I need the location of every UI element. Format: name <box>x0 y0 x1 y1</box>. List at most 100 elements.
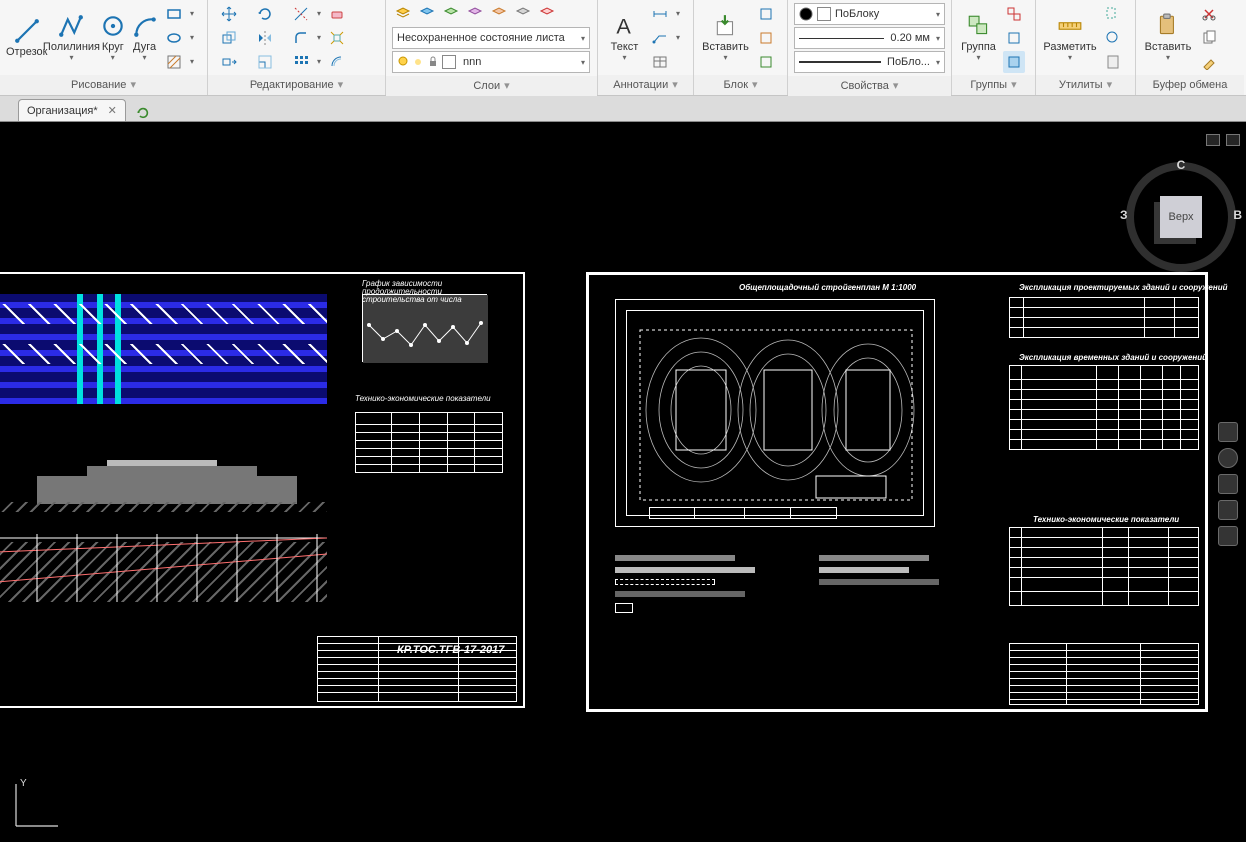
expl-table-2 <box>1009 365 1199 450</box>
layer-states[interactable] <box>416 3 438 25</box>
layer-match[interactable] <box>536 3 558 25</box>
cmd-array-more[interactable]: ▾ <box>314 51 324 73</box>
cmd-dim-linear[interactable] <box>649 3 671 25</box>
cmd-block-create[interactable] <box>755 3 777 25</box>
cmd-move[interactable] <box>218 3 240 25</box>
layer-off[interactable] <box>512 3 534 25</box>
cmd-ellipse[interactable] <box>163 27 185 49</box>
cmd-ellipse-more[interactable]: ▾ <box>187 27 197 49</box>
panel-draw-title[interactable]: Рисование▾ <box>0 75 207 95</box>
cmd-hatch-more[interactable]: ▾ <box>187 51 197 73</box>
cmd-array[interactable] <box>290 51 312 73</box>
layer-iso[interactable] <box>440 3 462 25</box>
cmd-text[interactable]: A Текст ▾ <box>604 3 645 73</box>
tab-reload[interactable] <box>136 105 152 121</box>
linetype-preview <box>799 61 881 63</box>
cmd-ungroup[interactable] <box>1003 3 1025 25</box>
cmd-group-edit[interactable] <box>1003 27 1025 49</box>
layer-lock[interactable] <box>488 3 510 25</box>
legend-2 <box>819 555 969 585</box>
cmd-polyline[interactable]: Полилиния ▾ <box>47 3 95 73</box>
cmd-select[interactable] <box>1102 3 1124 25</box>
nav-wheel[interactable] <box>1218 448 1238 468</box>
cmd-table[interactable] <box>649 51 671 73</box>
file-tab-close[interactable]: ✕ <box>108 104 117 117</box>
drawing-viewport[interactable]: Верх С З В График зависимости продолжите… <box>0 122 1246 842</box>
cmd-group-select[interactable] <box>1003 51 1025 73</box>
section-drawing <box>0 524 327 604</box>
cmd-line-label: Отрезок <box>6 46 47 58</box>
panel-edit-title[interactable]: Редактирование▾ <box>208 75 385 95</box>
lock-icon <box>427 56 439 68</box>
stockpile <box>649 507 837 519</box>
cmd-fillet-more[interactable]: ▾ <box>314 27 324 49</box>
panel-groups: Группа ▾ Группы▾ <box>952 0 1036 95</box>
layer-current-combo[interactable]: nnn ▾ <box>392 51 590 73</box>
file-tabs: Организация* ✕ <box>0 96 1246 122</box>
panel-groups-title[interactable]: Группы▾ <box>952 75 1035 95</box>
svg-text:Y: Y <box>20 778 27 789</box>
prop-color[interactable]: ПоБлоку▾ <box>794 3 945 25</box>
cmd-stretch[interactable] <box>218 51 240 73</box>
cmd-block-insert-label: Вставить <box>702 41 749 53</box>
layer-freeze[interactable] <box>464 3 486 25</box>
nav-home[interactable] <box>1218 422 1238 442</box>
cmd-measure-label: Разметить <box>1043 41 1096 53</box>
cmd-mirror[interactable] <box>254 27 276 49</box>
prop-lw-value: 0.20 мм <box>890 32 930 44</box>
prop-lineweight[interactable]: 0.20 мм▾ <box>794 27 945 49</box>
cmd-paste[interactable]: Вставить ▾ <box>1142 3 1194 73</box>
cmd-erase[interactable] <box>326 3 348 25</box>
panel-annot-title[interactable]: Аннотации▾ <box>598 75 693 95</box>
cmd-leader-more[interactable]: ▾ <box>673 27 683 49</box>
cmd-arc[interactable]: Дуга ▾ <box>130 3 159 73</box>
nav-zoom[interactable] <box>1218 500 1238 520</box>
cmd-calc[interactable] <box>1102 51 1124 73</box>
tep-table-2 <box>1009 527 1199 606</box>
layer-state-combo[interactable]: Несохраненное состояние листа▾ <box>392 27 590 49</box>
cmd-line[interactable]: Отрезок <box>6 3 47 73</box>
cmd-offset[interactable] <box>326 51 348 73</box>
nav-orbit[interactable] <box>1218 526 1238 546</box>
layer-prop-manager[interactable] <box>392 3 414 25</box>
cmd-block-attr[interactable] <box>755 51 777 73</box>
cmd-rect[interactable] <box>163 3 185 25</box>
cmd-cut[interactable] <box>1198 3 1220 25</box>
cmd-trim[interactable] <box>290 3 312 25</box>
cmd-copycb[interactable] <box>1198 27 1220 49</box>
panel-edit: ▾ ▾ ▾ Редактирование▾ <box>208 0 386 95</box>
prop-linetype[interactable]: ПоБло...▾ <box>794 51 945 73</box>
cmd-block-insert[interactable]: Вставить ▾ <box>700 3 751 73</box>
cmd-circle[interactable]: Круг ▾ <box>95 3 130 73</box>
cmd-hatch[interactable] <box>163 51 185 73</box>
viewcube[interactable]: Верх С З В <box>1126 162 1236 272</box>
cmd-rect-more[interactable]: ▾ <box>187 3 197 25</box>
cmd-rotate[interactable] <box>254 3 276 25</box>
cmd-fillet[interactable] <box>290 27 312 49</box>
cmd-matchprop[interactable] <box>1198 51 1220 73</box>
cmd-copy[interactable] <box>218 27 240 49</box>
panel-block-title[interactable]: Блок▾ <box>694 75 787 95</box>
panel-clipboard: Вставить ▾ Буфер обмена <box>1136 0 1244 95</box>
viewport-minimize[interactable] <box>1206 134 1220 146</box>
cmd-block-edit[interactable] <box>755 27 777 49</box>
cmd-dim-more[interactable]: ▾ <box>673 3 683 25</box>
prop-color-value: ПоБлоку <box>835 8 879 20</box>
panel-utils-title[interactable]: Утилиты▾ <box>1036 75 1135 95</box>
file-tab-active[interactable]: Организация* ✕ <box>18 99 126 121</box>
cmd-qselect[interactable] <box>1102 27 1124 49</box>
legend <box>615 555 815 613</box>
cmd-group[interactable]: Группа ▾ <box>958 3 999 73</box>
panel-clipboard-title[interactable]: Буфер обмена <box>1136 75 1244 95</box>
cmd-explode[interactable] <box>326 27 348 49</box>
viewport-maximize[interactable] <box>1226 134 1240 146</box>
expl2-title: Экспликация временных зданий и сооружени… <box>1019 353 1207 362</box>
panel-layers-title[interactable]: Слои▾ <box>386 76 597 96</box>
cmd-measure[interactable]: Разметить ▾ <box>1042 3 1098 73</box>
viewcube-top[interactable]: Верх <box>1160 196 1202 238</box>
cmd-leader[interactable] <box>649 27 671 49</box>
nav-pan[interactable] <box>1218 474 1238 494</box>
cmd-trim-more[interactable]: ▾ <box>314 3 324 25</box>
cmd-scale[interactable] <box>254 51 276 73</box>
panel-props-title[interactable]: Свойства▾ <box>788 76 951 96</box>
